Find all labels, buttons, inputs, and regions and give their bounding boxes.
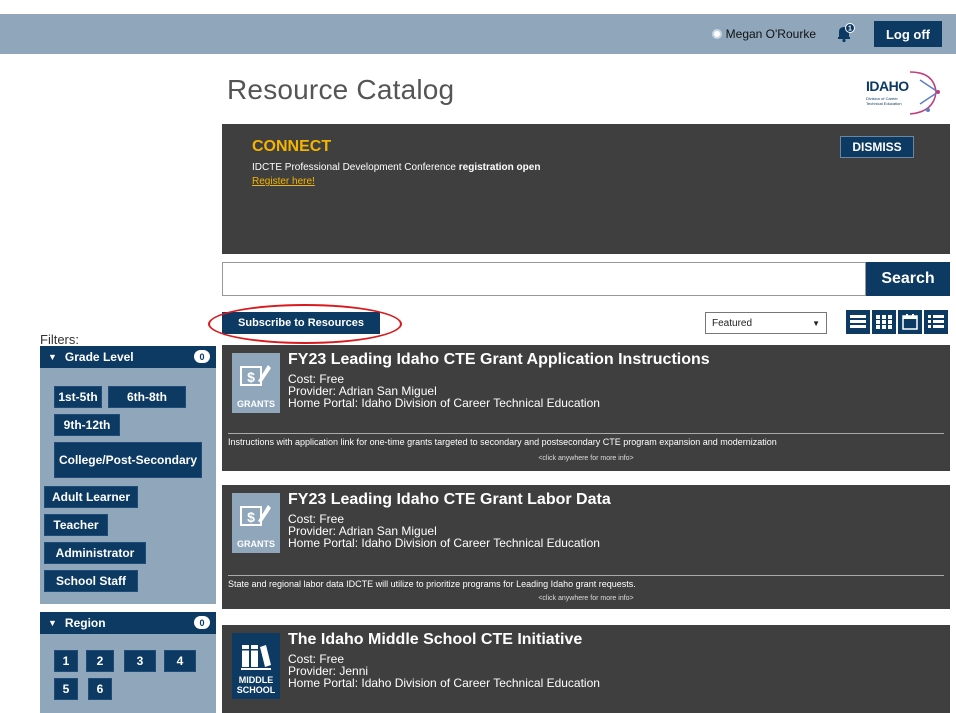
books-icon bbox=[241, 645, 271, 670]
page: Megan O'Rourke 1 Log off Resource Catalo… bbox=[0, 0, 956, 713]
resource-category: MIDDLE SCHOOL bbox=[236, 675, 276, 695]
logo-subtext: Division of Career Technical Education bbox=[866, 96, 902, 106]
filter-chip[interactable]: 5 bbox=[54, 678, 78, 700]
grant-document-icon: $ bbox=[240, 505, 271, 526]
view-toggle bbox=[846, 310, 948, 334]
svg-text:$: $ bbox=[247, 369, 255, 385]
resource-title[interactable]: FY23 Leading Idaho CTE Grant Labor Data bbox=[288, 491, 611, 509]
filter-chip[interactable]: Adult Learner bbox=[44, 486, 138, 508]
resource-card[interactable]: MIDDLE SCHOOL The Idaho Middle School CT… bbox=[222, 625, 950, 713]
filter-chip[interactable]: Administrator bbox=[44, 542, 146, 564]
filter-count-region: 0 bbox=[194, 616, 210, 629]
filter-header-grade[interactable]: ▼ Grade Level 0 bbox=[40, 346, 216, 368]
search-input[interactable] bbox=[222, 262, 866, 296]
filter-chip[interactable]: 1 bbox=[54, 650, 78, 672]
resource-portal: Home Portal: Idaho Division of Career Te… bbox=[288, 536, 600, 550]
filter-header-region[interactable]: ▼ Region 0 bbox=[40, 612, 216, 634]
announcement-banner: CONNECT IDCTE Professional Development C… bbox=[222, 124, 950, 254]
logo-text: IDAHO bbox=[866, 78, 909, 94]
bell-icon[interactable]: 1 bbox=[835, 23, 855, 43]
triangle-down-icon: ▼ bbox=[48, 352, 57, 362]
idaho-cte-logo[interactable]: IDAHO Division of Career Technical Educa… bbox=[864, 66, 946, 120]
divider bbox=[228, 433, 944, 434]
filter-title-region: Region bbox=[64, 616, 106, 630]
grant-document-icon: $ bbox=[240, 365, 271, 386]
resource-description: Instructions with application link for o… bbox=[228, 437, 777, 447]
filter-group-region: ▼ Region 0 1 2 3 4 5 6 bbox=[40, 612, 216, 713]
resource-meta: Cost: Free Provider: Adrian San Miguel H… bbox=[288, 373, 600, 409]
detail-list-view-icon[interactable] bbox=[924, 310, 948, 334]
user-status-icon bbox=[711, 29, 722, 39]
filter-chip[interactable]: 6 bbox=[88, 678, 112, 700]
dismiss-button[interactable]: DISMISS bbox=[840, 136, 914, 158]
resource-description: State and regional labor data IDCTE will… bbox=[228, 579, 636, 589]
triangle-down-icon: ▼ bbox=[48, 618, 57, 628]
resource-card[interactable]: $ GRANTS FY23 Leading Idaho CTE Grant Ap… bbox=[222, 345, 950, 471]
filter-chip[interactable]: School Staff bbox=[44, 570, 138, 592]
resource-title[interactable]: The Idaho Middle School CTE Initiative bbox=[288, 631, 582, 649]
resource-thumbnail: MIDDLE SCHOOL bbox=[232, 633, 280, 699]
more-info-hint: <click anywhere for more info> bbox=[538, 595, 634, 602]
announcement-text-bold: registration open bbox=[458, 162, 541, 173]
resource-category: GRANTS bbox=[237, 399, 275, 409]
filter-chip[interactable]: College/Post-Secondary bbox=[54, 442, 202, 478]
filters-label: Filters: bbox=[40, 332, 79, 347]
calendar-view-icon[interactable] bbox=[898, 310, 922, 334]
more-info-hint: <click anywhere for more info> bbox=[538, 455, 634, 462]
filter-chip[interactable]: 4 bbox=[164, 650, 196, 672]
resource-meta: Cost: Free Provider: Adrian San Miguel H… bbox=[288, 513, 600, 549]
logoff-button[interactable]: Log off bbox=[874, 21, 942, 47]
filter-title-grade: Grade Level bbox=[64, 350, 134, 364]
filter-chip[interactable]: 3 bbox=[124, 650, 156, 672]
filter-chip[interactable]: 1st-5th bbox=[54, 386, 102, 408]
notification-count: 1 bbox=[848, 26, 852, 33]
list-view-icon[interactable] bbox=[846, 310, 870, 334]
subscribe-button[interactable]: Subscribe to Resources bbox=[222, 312, 380, 334]
announcement-text-plain: IDCTE Professional Development Conferenc… bbox=[252, 162, 459, 173]
filter-chip[interactable]: 2 bbox=[86, 650, 114, 672]
resource-card[interactable]: $ GRANTS FY23 Leading Idaho CTE Grant La… bbox=[222, 485, 950, 609]
resource-thumbnail: $ GRANTS bbox=[232, 493, 280, 553]
filter-chip[interactable]: Teacher bbox=[44, 514, 108, 536]
announcement-heading: CONNECT bbox=[252, 138, 332, 155]
divider bbox=[228, 575, 944, 576]
page-title: Resource Catalog bbox=[227, 74, 455, 105]
grid-view-icon[interactable] bbox=[872, 310, 896, 334]
resource-portal: Home Portal: Idaho Division of Career Te… bbox=[288, 396, 600, 410]
resource-portal: Home Portal: Idaho Division of Career Te… bbox=[288, 676, 600, 690]
resource-thumbnail: $ GRANTS bbox=[232, 353, 280, 413]
chevron-down-icon: ▼ bbox=[812, 318, 820, 328]
sort-select[interactable]: Featured ▼ bbox=[705, 312, 827, 334]
top-bar: Megan O'Rourke 1 Log off bbox=[0, 14, 956, 54]
filter-chip[interactable]: 9th-12th bbox=[54, 414, 120, 436]
filter-chip[interactable]: 6th-8th bbox=[108, 386, 186, 408]
svg-text:$: $ bbox=[247, 509, 255, 525]
announcement-text: IDCTE Professional Development Conferenc… bbox=[252, 162, 540, 173]
filter-count-grade: 0 bbox=[194, 350, 210, 363]
register-link[interactable]: Register here! bbox=[252, 176, 315, 187]
user-name: Megan O'Rourke bbox=[725, 27, 816, 41]
sort-selected: Featured bbox=[712, 317, 753, 329]
resource-meta: Cost: Free Provider: Jenni Home Portal: … bbox=[288, 653, 600, 689]
user-menu[interactable]: Megan O'Rourke bbox=[711, 27, 816, 41]
resource-title[interactable]: FY23 Leading Idaho CTE Grant Application… bbox=[288, 351, 710, 369]
filter-group-grade: ▼ Grade Level 0 1st-5th 6th-8th 9th-12th… bbox=[40, 346, 216, 604]
resource-category: GRANTS bbox=[237, 539, 275, 549]
search-button[interactable]: Search bbox=[866, 262, 950, 296]
